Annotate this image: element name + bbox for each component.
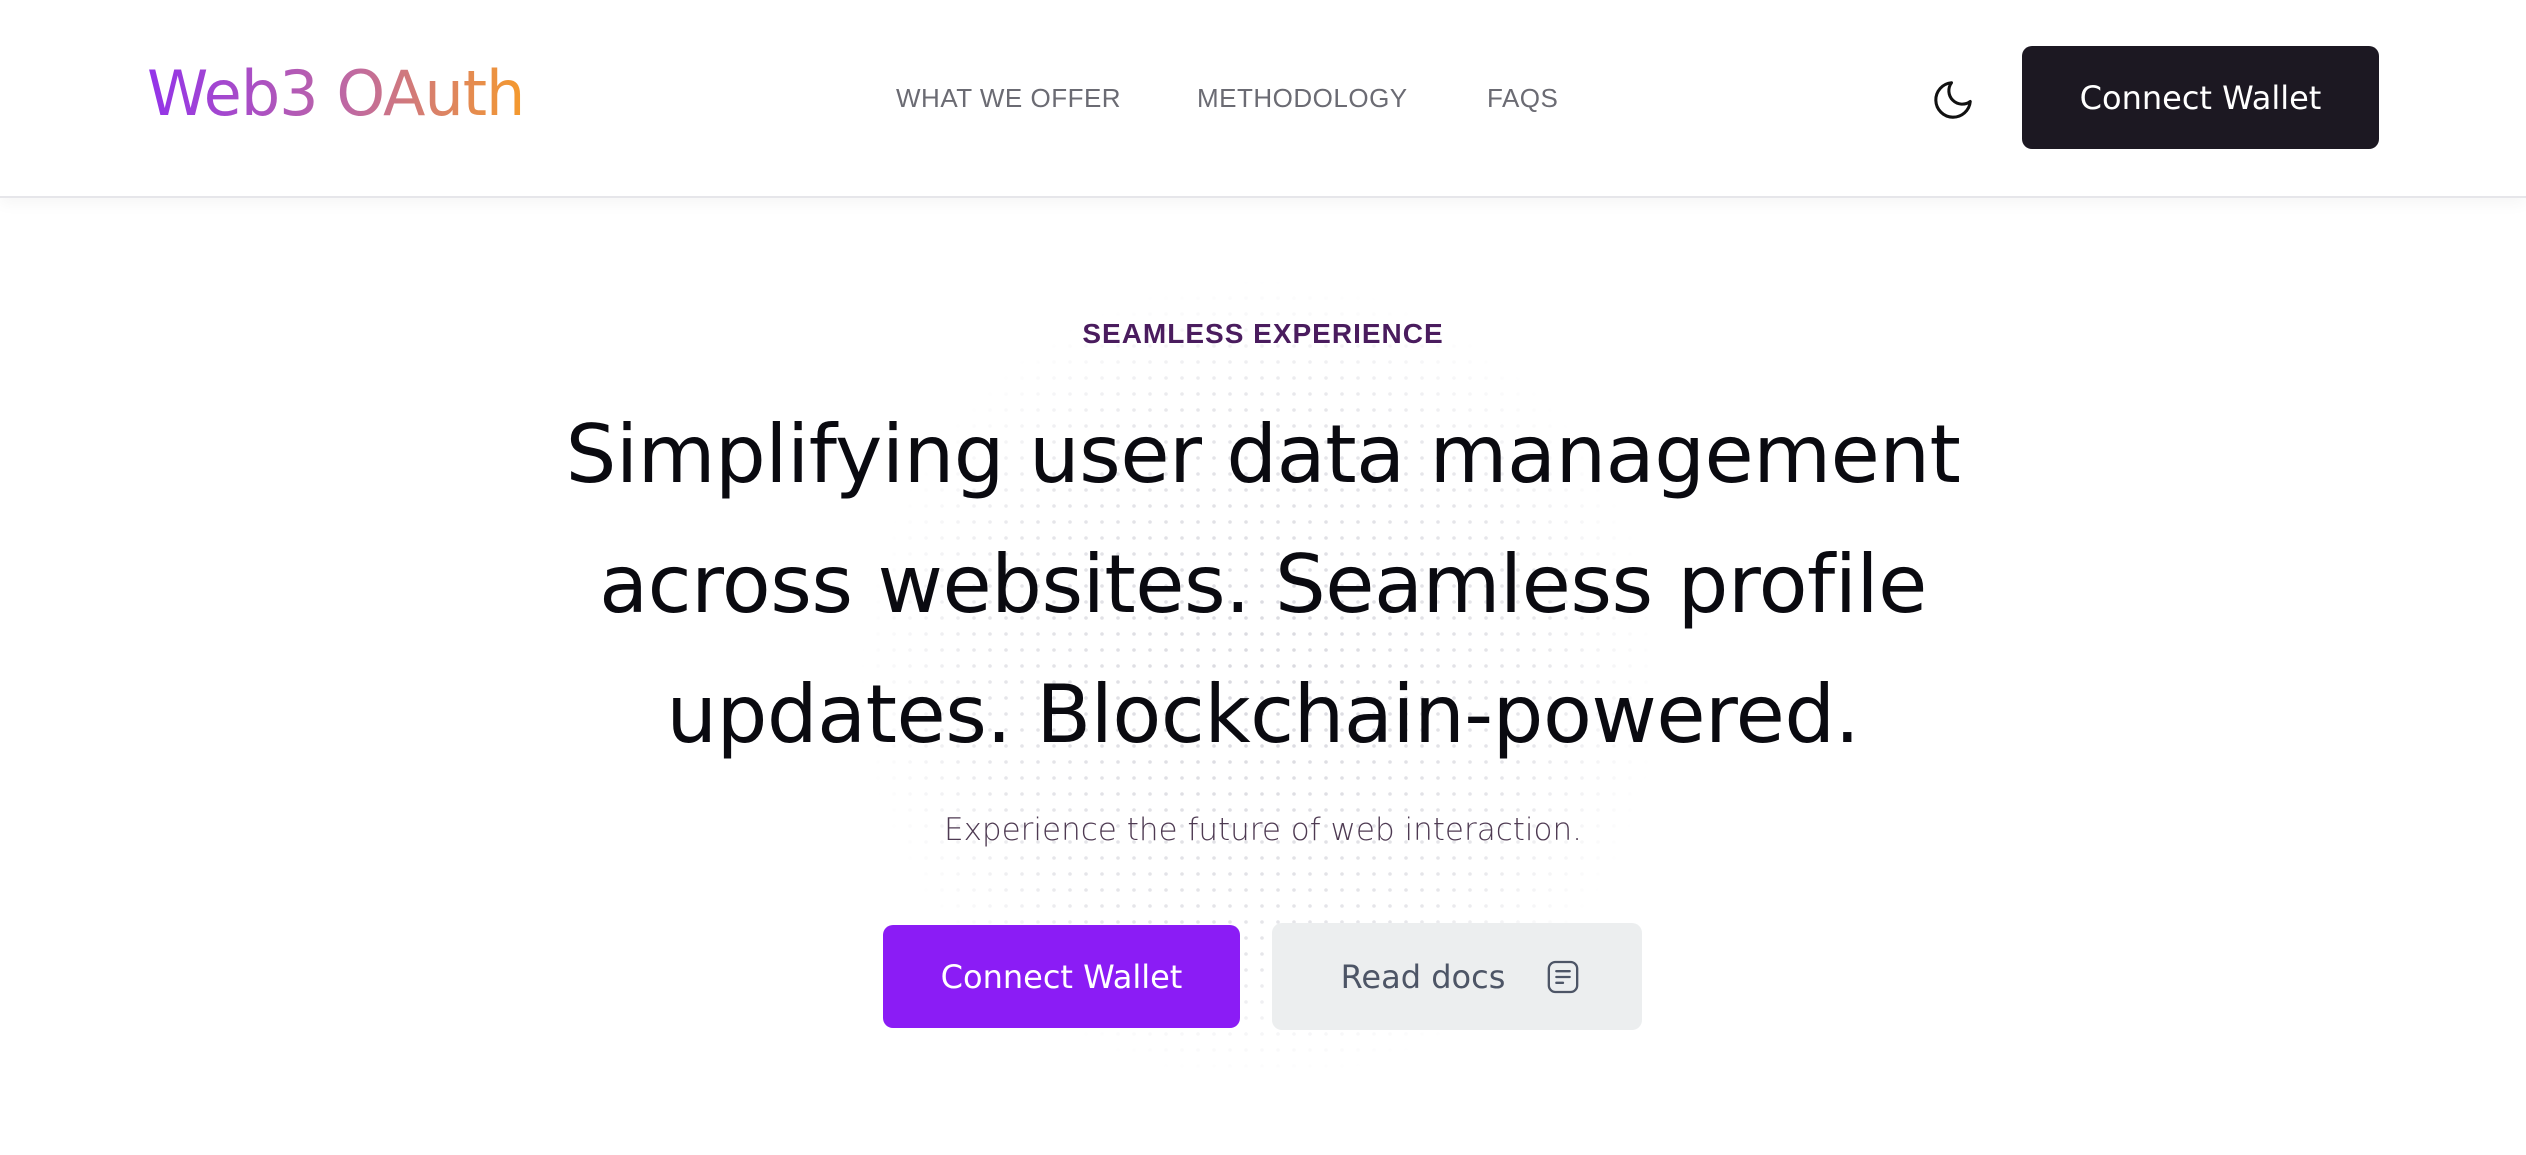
site-header: Web3 OAuth WHAT WE OFFER METHODOLOGY FAQ… bbox=[0, 0, 2526, 198]
hero-eyebrow: SEAMLESS EXPERIENCE bbox=[1082, 318, 1444, 349]
moon-icon bbox=[1934, 81, 1972, 119]
theme-toggle-button[interactable] bbox=[1925, 72, 1981, 128]
hero-headline: Simplifying user data management across … bbox=[565, 408, 1961, 761]
hero-subtitle: Experience the future of web interaction… bbox=[943, 812, 1582, 848]
nav-link-what-we-offer[interactable]: WHAT WE OFFER bbox=[896, 80, 1121, 116]
nav-link-methodology[interactable]: METHODOLOGY bbox=[1197, 80, 1408, 116]
read-docs-button[interactable]: Read docs bbox=[1272, 923, 1642, 1030]
document-icon bbox=[1548, 960, 1579, 993]
nav-link-faqs[interactable]: FAQS bbox=[1487, 80, 1558, 116]
header-connect-wallet-button[interactable]: Connect Wallet bbox=[2022, 46, 2379, 149]
hero-connect-wallet-button[interactable]: Connect Wallet bbox=[883, 925, 1240, 1028]
read-docs-label: Read docs bbox=[1340, 957, 1506, 996]
logo[interactable]: Web3 OAuth bbox=[147, 58, 525, 130]
